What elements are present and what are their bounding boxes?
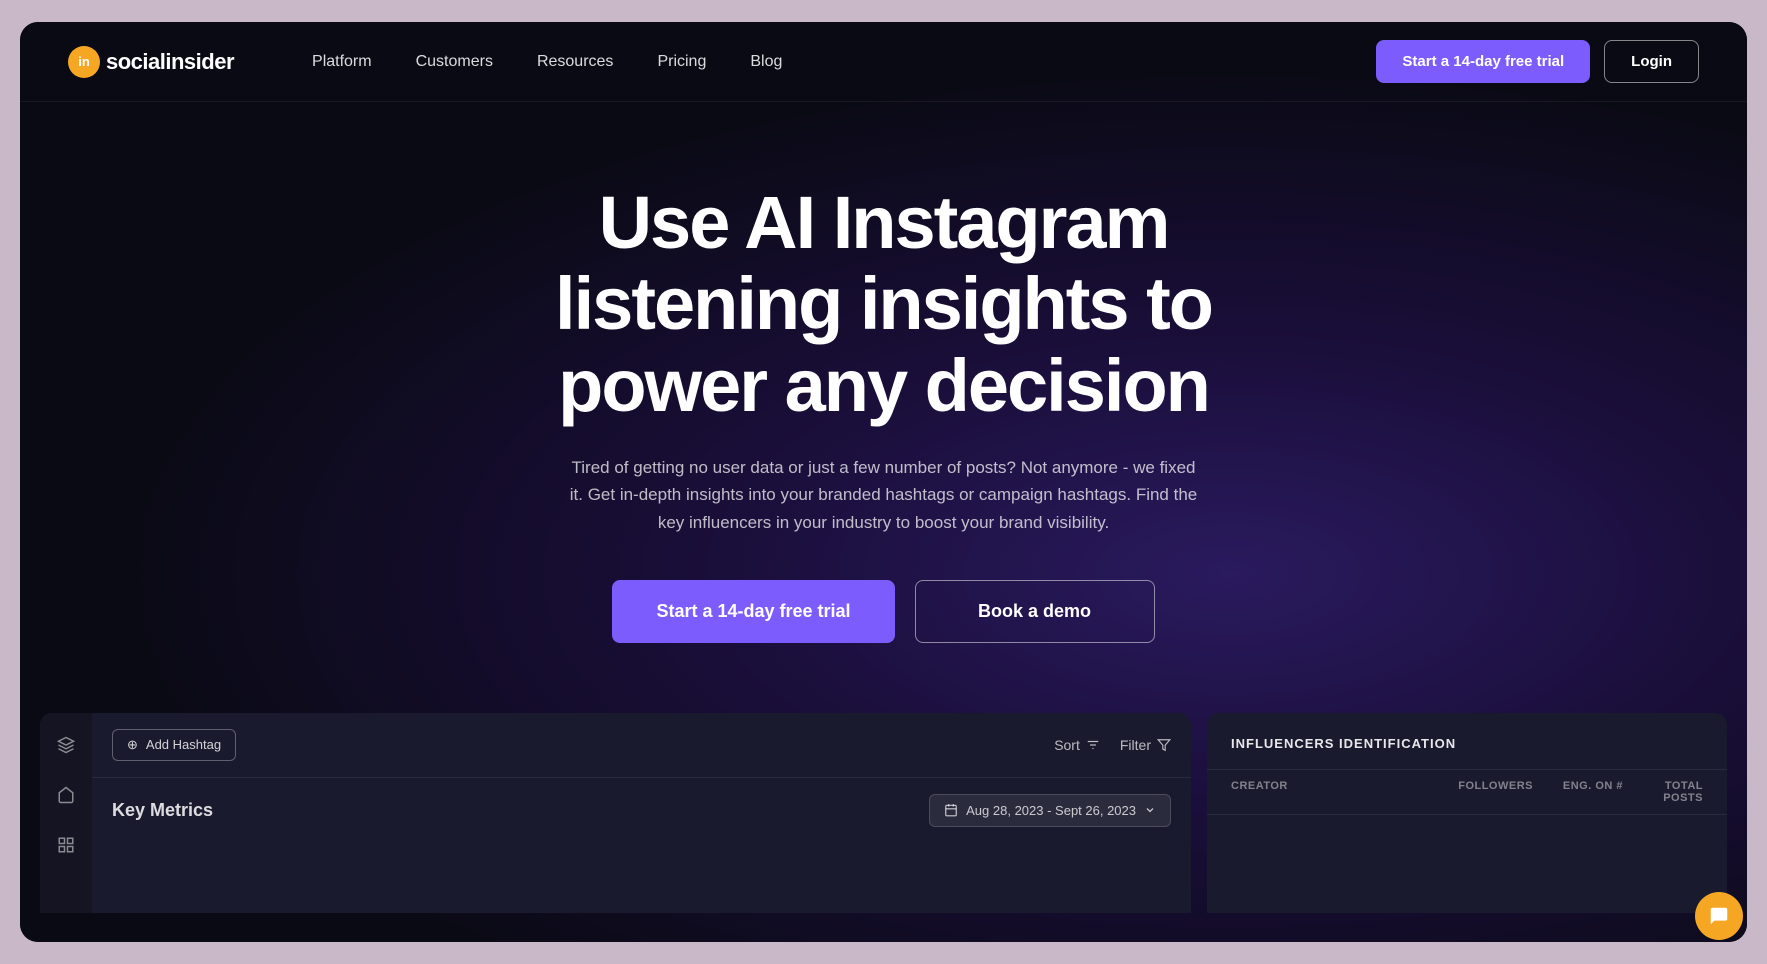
- logo[interactable]: in socialinsider: [68, 46, 234, 78]
- sort-icon: [1086, 738, 1100, 752]
- nav-link-resources[interactable]: Resources: [519, 45, 631, 79]
- influencers-header: INFLUENCERS IDENTIFICATION: [1207, 713, 1727, 770]
- sidebar-icon-grid[interactable]: [52, 831, 80, 859]
- navbar: in socialinsider Platform Customers Reso…: [20, 22, 1747, 102]
- nav-links: Platform Customers Resources Pricing Blo…: [294, 45, 1376, 79]
- nav-trial-button[interactable]: Start a 14-day free trial: [1376, 40, 1590, 83]
- logo-text: socialinsider: [106, 49, 234, 75]
- influencers-table-header: CREATOR FOLLOWERS ENG. ON # TOTAL POSTS: [1207, 770, 1727, 815]
- preview-toolbar: ⊕ Add Hashtag Sort Filter: [92, 713, 1191, 778]
- date-range-picker[interactable]: Aug 28, 2023 - Sept 26, 2023: [929, 794, 1171, 827]
- sidebar-icon-layers[interactable]: [52, 731, 80, 759]
- th-creator: CREATOR: [1231, 780, 1433, 804]
- th-followers: FOLLOWERS: [1433, 780, 1533, 804]
- chat-bubble-button[interactable]: [1695, 892, 1743, 940]
- hero-section: Use AI Instagram listening insights to p…: [20, 102, 1747, 703]
- hero-title: Use AI Instagram listening insights to p…: [454, 182, 1314, 426]
- hero-trial-button[interactable]: Start a 14-day free trial: [612, 580, 894, 643]
- preview-right-panel: INFLUENCERS IDENTIFICATION CREATOR FOLLO…: [1207, 713, 1727, 913]
- preview-sidebar: [40, 713, 92, 913]
- calendar-icon: [944, 803, 958, 817]
- sort-button[interactable]: Sort: [1054, 737, 1100, 753]
- hero-demo-button[interactable]: Book a demo: [915, 580, 1155, 643]
- preview-content: Key Metrics Aug 28, 2023 - Sept 26, 2023: [92, 778, 1191, 843]
- filter-icon: [1157, 738, 1171, 752]
- filter-button[interactable]: Filter: [1120, 737, 1171, 753]
- influencers-title: INFLUENCERS IDENTIFICATION: [1231, 736, 1456, 751]
- chat-icon: [1708, 905, 1730, 927]
- th-eng-on: ENG. ON #: [1533, 780, 1623, 804]
- nav-link-customers[interactable]: Customers: [398, 45, 511, 79]
- preview-main: ⊕ Add Hashtag Sort Filter: [92, 713, 1191, 913]
- chevron-down-icon: [1144, 804, 1156, 816]
- th-total-posts: TOTAL POSTS: [1623, 780, 1703, 804]
- nav-login-button[interactable]: Login: [1604, 40, 1699, 83]
- sort-filter-controls: Sort Filter: [1054, 737, 1171, 753]
- nav-link-platform[interactable]: Platform: [294, 45, 390, 79]
- plus-circle-icon: ⊕: [127, 737, 138, 753]
- add-hashtag-button[interactable]: ⊕ Add Hashtag: [112, 729, 236, 761]
- preview-left-panel: ⊕ Add Hashtag Sort Filter: [40, 713, 1191, 913]
- sidebar-icon-home[interactable]: [52, 781, 80, 809]
- hero-actions: Start a 14-day free trial Book a demo: [612, 580, 1154, 643]
- nav-link-blog[interactable]: Blog: [732, 45, 800, 79]
- key-metrics-label: Key Metrics: [112, 800, 213, 821]
- nav-actions: Start a 14-day free trial Login: [1376, 40, 1699, 83]
- nav-link-pricing[interactable]: Pricing: [639, 45, 724, 79]
- preview-area: ⊕ Add Hashtag Sort Filter: [20, 713, 1747, 913]
- logo-icon: in: [68, 46, 100, 78]
- hero-subtitle: Tired of getting no user data or just a …: [564, 454, 1204, 536]
